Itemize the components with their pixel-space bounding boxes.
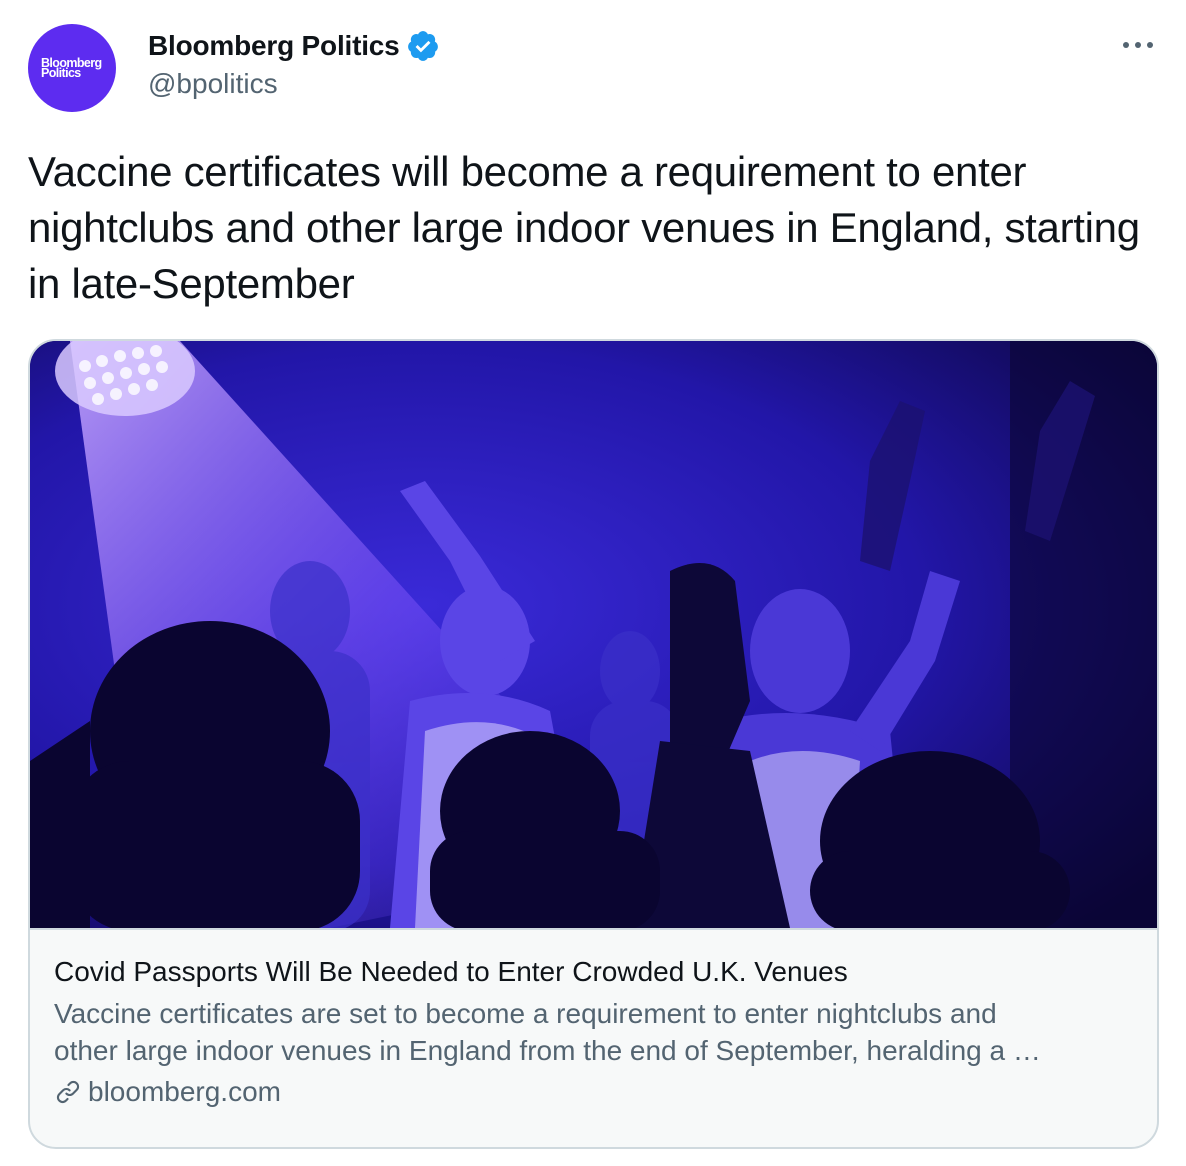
author-handle[interactable]: @bpolitics [148,68,278,100]
card-title[interactable]: Covid Passports Will Be Needed to Enter … [54,953,1139,991]
card-domain-text: bloomberg.com [88,1076,281,1107]
card-image[interactable] [30,341,1157,930]
card-meta: Covid Passports Will Be Needed to Enter … [54,953,1139,1110]
avatar-logo-line2: Politics [41,66,81,80]
tweet: Bloomberg Politics Bloomberg Politics @b… [0,0,1186,1166]
card-description: Vaccine certificates are set to become a… [54,995,1139,1069]
link-icon [54,1078,82,1106]
card-description-line2: other large indoor venues in England fro… [54,1035,1041,1066]
tweet-text: Vaccine certificates will become a requi… [28,148,1140,307]
card-domain[interactable]: bloomberg.com [54,1074,1139,1110]
link-card[interactable]: Covid Passports Will Be Needed to Enter … [28,339,1159,1149]
verified-badge-icon [406,29,440,63]
author-name-row: Bloomberg Politics [148,28,440,64]
nightclub-photo [30,341,1157,928]
card-description-line1: Vaccine certificates are set to become a… [54,998,997,1029]
author-display-name[interactable]: Bloomberg Politics [148,30,400,62]
more-horizontal-icon[interactable] [1120,30,1156,60]
avatar[interactable]: Bloomberg Politics [28,24,116,112]
